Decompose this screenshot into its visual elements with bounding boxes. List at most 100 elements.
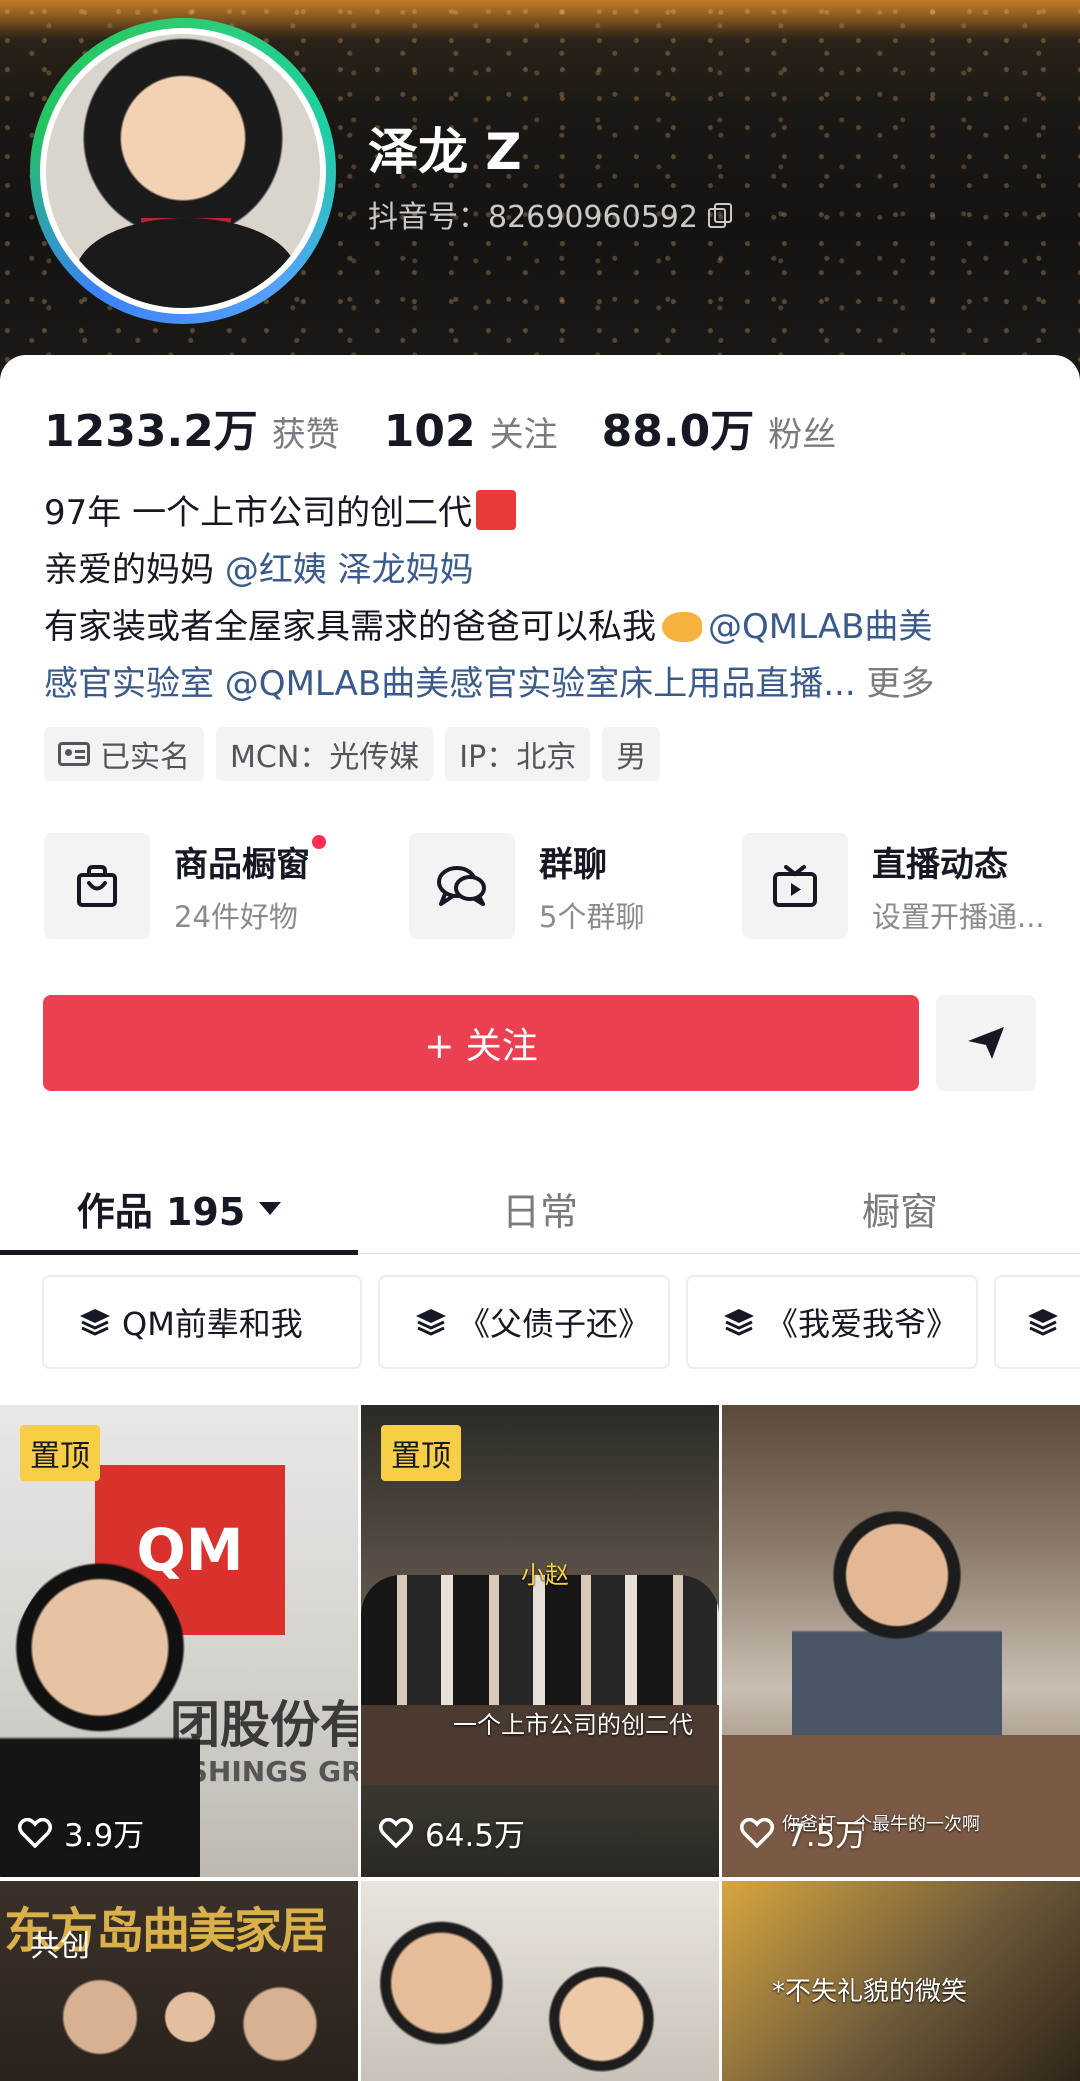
heart-icon bbox=[379, 1817, 413, 1848]
service-subtitle: 24件好物 bbox=[174, 899, 298, 934]
bio: 97年 一个上市公司的创二代 亲爱的妈妈 @红姨 泽龙妈妈 有家装或者全屋家具需… bbox=[44, 485, 1054, 713]
bio-text: 亲爱的妈妈 bbox=[44, 550, 225, 590]
group-photo bbox=[361, 1575, 719, 1715]
collections-row: QM前辈和我 《父债子还》 《我爱我爷》 bbox=[42, 1275, 1080, 1371]
tag-label: MCN：光传媒 bbox=[230, 740, 420, 775]
collection-label: QM前辈和我 bbox=[122, 1305, 303, 1343]
bio-text: 有家装或者全屋家具需求的爸爸可以私我 bbox=[44, 607, 656, 647]
collection-chip[interactable] bbox=[994, 1275, 1080, 1369]
heart-icon bbox=[18, 1817, 52, 1848]
notification-dot bbox=[312, 834, 326, 849]
active-tab-indicator bbox=[0, 1250, 358, 1255]
layers-icon bbox=[80, 1309, 110, 1336]
collection-label: 《我爱我爷》 bbox=[766, 1305, 959, 1343]
service-subtitle: 设置开播通... bbox=[872, 899, 1045, 934]
collection-label: 《父债子还》 bbox=[458, 1305, 651, 1343]
douyin-id[interactable]: 抖音号：82690960592 bbox=[368, 192, 732, 236]
tag-mcn[interactable]: MCN：光传媒 bbox=[216, 727, 434, 781]
pinned-badge: 置顶 bbox=[20, 1425, 100, 1481]
layers-icon bbox=[724, 1309, 754, 1336]
stat-number: 1233.2万 bbox=[44, 406, 258, 457]
tab-shop[interactable]: 橱窗 bbox=[720, 1163, 1080, 1253]
stat-label: 获赞 bbox=[271, 415, 340, 455]
video-caption: 一个上市公司的创二代 bbox=[453, 1711, 693, 1739]
like-count: 7.5万 bbox=[740, 1810, 866, 1855]
tag-verified[interactable]: 已实名 bbox=[44, 727, 204, 781]
avatar-shirt bbox=[76, 218, 296, 308]
services-row: 商品橱窗 24件好物 群聊 5个群聊 直播动态 设置开播通... bbox=[44, 831, 1080, 941]
tv-icon bbox=[742, 833, 848, 939]
layers-icon bbox=[416, 1309, 446, 1336]
video-thumbnail[interactable]: 你爸打一个最牛的一次啊 7.5万 bbox=[722, 1405, 1080, 1877]
video-caption: *不失礼貌的微笑 bbox=[772, 1977, 968, 2007]
service-shop-window[interactable]: 商品橱窗 24件好物 bbox=[44, 831, 326, 941]
people-figures bbox=[40, 1961, 340, 2081]
mention-link[interactable]: @QMLAB曲美 bbox=[708, 607, 932, 647]
service-live[interactable]: 直播动态 设置开播通... bbox=[742, 831, 1045, 941]
bio-line-3: 有家装或者全屋家具需求的爸爸可以私我 @QMLAB曲美 bbox=[44, 599, 1054, 656]
caret-down-icon bbox=[259, 1201, 282, 1215]
tag-label: 男 bbox=[616, 740, 647, 775]
like-count: 64.5万 bbox=[379, 1810, 525, 1855]
tag-gender: 男 bbox=[602, 727, 661, 781]
tag-label: IP：北京 bbox=[459, 740, 577, 775]
stat-number: 88.0万 bbox=[601, 406, 755, 457]
content-tabs: 作品 195 日常 橱窗 bbox=[0, 1163, 1080, 1255]
bio-line-2: 亲爱的妈妈 @红姨 泽龙妈妈 bbox=[44, 542, 1054, 599]
pinned-badge: 置顶 bbox=[381, 1425, 461, 1481]
tab-label: 作品 195 bbox=[76, 1189, 246, 1234]
bio-line-4: 感官实验室 @QMLAB曲美感官实验室床上用品直播... 更多 bbox=[44, 656, 1054, 713]
mention-link[interactable]: 泽龙妈妈 bbox=[338, 550, 474, 590]
profile-name: 泽龙 Z bbox=[368, 123, 522, 181]
profile-tags: 已实名 MCN：光传媒 IP：北京 男 bbox=[44, 727, 661, 781]
service-title: 商品橱窗 bbox=[174, 834, 326, 886]
collection-chip[interactable]: 《父债子还》 bbox=[378, 1275, 670, 1369]
table bbox=[722, 1735, 1080, 1877]
collection-chip[interactable]: QM前辈和我 bbox=[42, 1275, 362, 1369]
douyin-id-text: 抖音号：82690960592 bbox=[368, 200, 698, 235]
stat-likes[interactable]: 1233.2万 获赞 bbox=[44, 395, 340, 459]
video-caption-name: 小赵 bbox=[521, 1561, 569, 1589]
collection-chip[interactable]: 《我爱我爷》 bbox=[686, 1275, 978, 1369]
video-thumbnail[interactable]: QM 团股份有 USHINGS GROU 置顶 3.9万 bbox=[0, 1405, 358, 1877]
tag-ip[interactable]: IP：北京 bbox=[445, 727, 591, 781]
tab-works[interactable]: 作品 195 bbox=[0, 1163, 358, 1253]
profile-card: 1233.2万 获赞 102 关注 88.0万 粉丝 97年 一个上市公司的创二… bbox=[0, 355, 1080, 2081]
mention-link[interactable]: @红姨 bbox=[225, 550, 327, 590]
service-subtitle: 5个群聊 bbox=[539, 899, 645, 934]
layers-icon bbox=[1028, 1309, 1058, 1336]
send-icon bbox=[968, 1027, 1004, 1059]
service-group-chat[interactable]: 群聊 5个群聊 bbox=[409, 831, 644, 941]
bio-text: 97年 一个上市公司的创二代 bbox=[44, 493, 473, 533]
co-create-badge: 共创 bbox=[30, 1929, 90, 1964]
pointing-hand-icon bbox=[662, 612, 702, 642]
follow-button[interactable]: + 关注 bbox=[43, 995, 919, 1091]
stats-row: 1233.2万 获赞 102 关注 88.0万 粉丝 bbox=[44, 395, 880, 459]
share-button[interactable] bbox=[936, 995, 1036, 1091]
people-figures bbox=[371, 1911, 691, 2081]
video-thumbnail[interactable] bbox=[361, 1881, 719, 2081]
copy-icon[interactable] bbox=[707, 203, 732, 228]
stat-number: 102 bbox=[383, 406, 476, 457]
more-link[interactable]: 更多 bbox=[866, 664, 934, 704]
chat-icon bbox=[409, 833, 515, 939]
service-title: 群聊 bbox=[539, 844, 607, 885]
tab-daily[interactable]: 日常 bbox=[360, 1163, 720, 1253]
tag-label: 已实名 bbox=[100, 740, 190, 775]
video-thumbnail[interactable]: 东方岛曲美家居 共创 bbox=[0, 1881, 358, 2081]
stat-followers[interactable]: 88.0万 粉丝 bbox=[602, 395, 837, 459]
mention-link[interactable]: 感官实验室 @QMLAB曲美感官实验室床上用品直播... bbox=[44, 664, 856, 704]
id-card-icon bbox=[58, 742, 90, 766]
man-figure bbox=[792, 1505, 1002, 1755]
heart-icon bbox=[740, 1817, 774, 1848]
stat-following[interactable]: 102 关注 bbox=[384, 406, 558, 457]
like-count: 3.9万 bbox=[18, 1810, 144, 1855]
red-square-icon bbox=[476, 490, 517, 530]
video-thumbnail[interactable]: 一个上市公司的创二代 小赵 置顶 64.5万 bbox=[361, 1405, 719, 1877]
bio-line-1: 97年 一个上市公司的创二代 bbox=[44, 485, 1054, 542]
video-thumbnail[interactable]: *不失礼貌的微笑 bbox=[722, 1881, 1080, 2081]
avatar[interactable] bbox=[40, 28, 326, 314]
bag-icon bbox=[44, 833, 150, 939]
service-title: 直播动态 bbox=[872, 844, 1008, 885]
stat-label: 粉丝 bbox=[768, 415, 837, 455]
